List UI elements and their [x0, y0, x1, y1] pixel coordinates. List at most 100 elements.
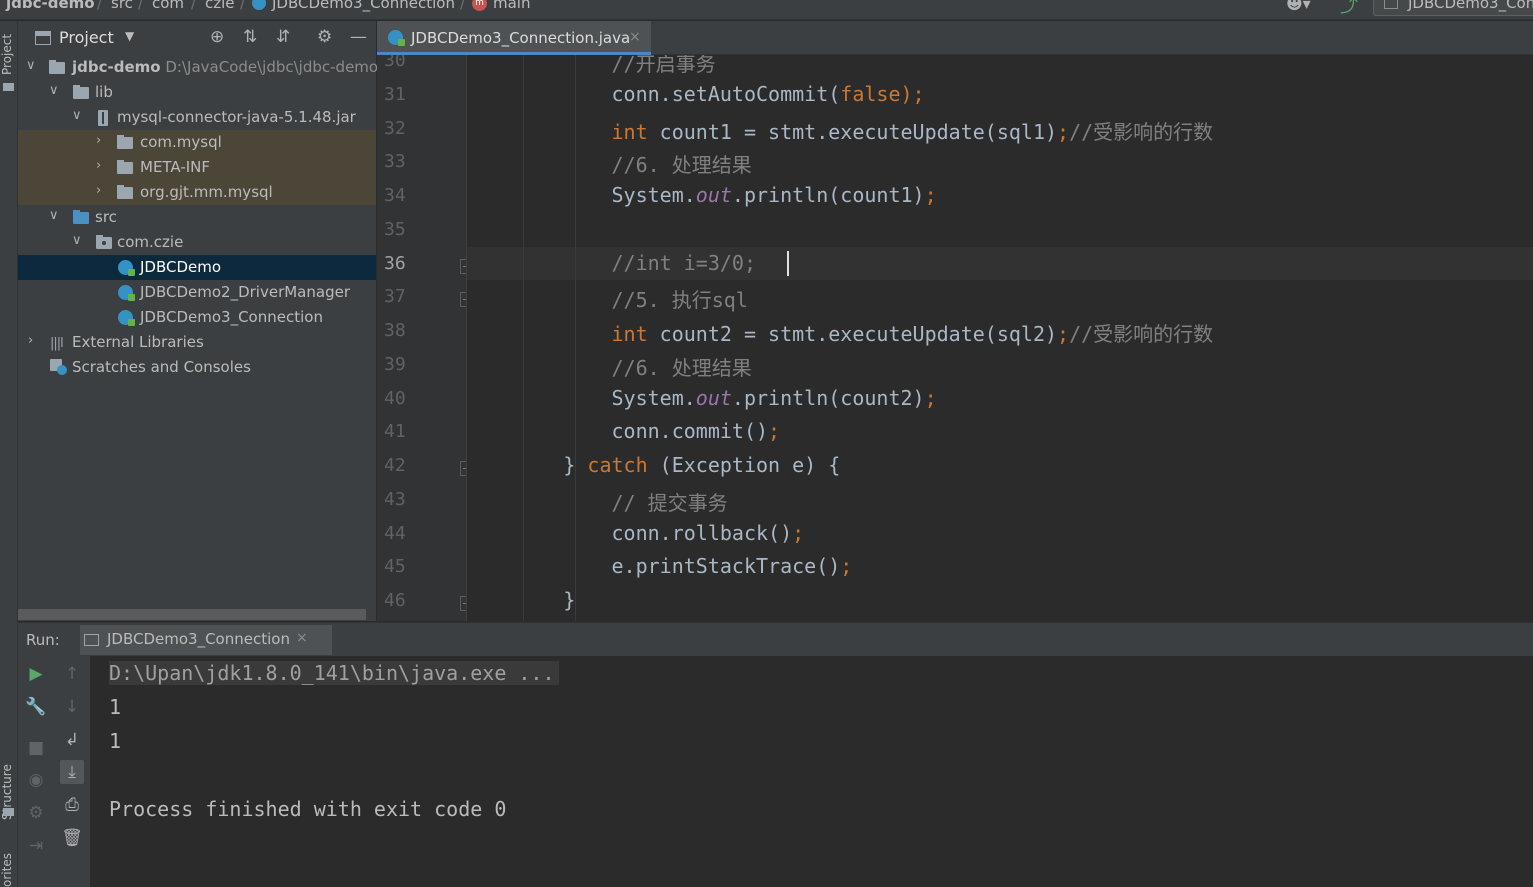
chevron-down-icon[interactable]: ∨ [26, 58, 36, 73]
fold-marker-icon[interactable] [460, 258, 466, 274]
tree-item-com-czie[interactable]: ∨ com.czie [18, 230, 376, 255]
chevron-right-icon[interactable]: › [28, 333, 33, 348]
breadcrumb-czie[interactable]: czie [205, 0, 235, 12]
project-view-selector[interactable]: Project [59, 28, 114, 47]
code-editor[interactable]: //开启事务 conn.setAutoCommit(false); int co… [467, 55, 1533, 621]
tree-item-src[interactable]: ∨ src [18, 205, 376, 230]
chevron-right-icon[interactable]: › [96, 183, 101, 198]
breadcrumb-src[interactable]: src [111, 0, 133, 12]
hide-panel-icon[interactable]: — [350, 27, 367, 47]
tree-item-meta-inf[interactable]: › META-INF [18, 155, 376, 180]
line-number: 40 [384, 387, 406, 409]
fold-marker-icon[interactable] [460, 292, 466, 308]
gear-icon[interactable]: ⚙ [317, 27, 332, 47]
arrow-up-icon[interactable]: ↑ [60, 662, 84, 686]
code-token: false [840, 81, 901, 106]
folder-icon [3, 83, 14, 91]
structure-icon [3, 808, 14, 816]
code-token: e.printStackTrace() [467, 554, 841, 579]
tree-item-scratches[interactable]: Scratches and Consoles [18, 355, 376, 380]
tree-item-external-libraries[interactable]: › |||l External Libraries [18, 330, 376, 355]
settings-icon[interactable]: ⚙ [24, 801, 48, 825]
soft-wrap-icon[interactable]: ↲ [60, 728, 84, 752]
java-class-icon [118, 285, 135, 301]
fold-marker-icon[interactable] [460, 461, 466, 476]
run-tab-jdbcdemo3[interactable]: JDBCDemo3_Connection × [80, 625, 332, 655]
console-output[interactable]: D:\Upan\jdk1.8.0_141\bin\java.exe ... 1 … [90, 656, 1533, 887]
close-icon[interactable]: × [629, 29, 641, 45]
code-token: ; [1057, 119, 1070, 144]
stop-icon[interactable]: ■ [24, 736, 48, 760]
code-line: int count1 = stmt.executeUpdate(sql1);//… [467, 116, 1214, 145]
breadcrumb-com[interactable]: com [152, 0, 184, 12]
code-line: System.out.println(count1); [467, 183, 936, 207]
tree-item-com-mysql[interactable]: › com.mysql [18, 130, 376, 155]
module-name: jdbc-demo [72, 58, 161, 76]
code-token: //6. 处理结果 [467, 355, 752, 380]
code-token: //开启事务 [467, 55, 716, 76]
tree-item-lib[interactable]: ∨ lib [18, 80, 376, 105]
breadcrumb-project[interactable]: jdbc-demo [6, 0, 95, 12]
application-icon [1384, 0, 1398, 9]
tree-item-jdbc-demo[interactable]: ∨ jdbc-demo D:\JavaCode\jdbc\jdbc-demo [18, 55, 379, 80]
wrench-icon[interactable]: 🔧 [24, 695, 48, 719]
chevron-down-icon[interactable]: ∨ [72, 108, 82, 123]
application-icon [84, 634, 99, 646]
camera-icon[interactable]: ◉ [24, 768, 48, 792]
console-line: 1 [109, 729, 122, 753]
class-icon [252, 0, 266, 10]
project-tool-button[interactable]: Project [0, 34, 14, 75]
close-icon[interactable]: × [296, 630, 308, 646]
login-icon[interactable]: ⇥ [24, 834, 48, 858]
user-icon[interactable]: ☻▾ [1286, 0, 1311, 13]
tree-item-label: JDBCDemo [140, 258, 222, 276]
code-line: System.out.println(count2); [467, 385, 936, 410]
arrow-down-icon[interactable]: ↓ [60, 695, 84, 719]
fold-marker-icon[interactable] [460, 596, 466, 611]
tree-item-jdbcdemo2[interactable]: JDBCDemo2_DriverManager [18, 280, 376, 305]
line-number: 30 [384, 55, 406, 71]
code-token: ; [840, 554, 853, 579]
code-token: out [695, 385, 732, 410]
project-panel: Project ▼ ⊕ ⇅ ⇵ ⚙ — ∨ jdbc-demo D:\JavaC… [18, 21, 379, 621]
locate-file-icon[interactable]: ⊕ [210, 27, 224, 47]
module-path: D:\JavaCode\jdbc\jdbc-demo [165, 58, 379, 76]
chevron-down-icon[interactable]: ∨ [72, 233, 82, 248]
print-icon[interactable]: ⎙ [60, 793, 84, 817]
run-configuration-selector[interactable]: JDBCDemo3_Con [1373, 0, 1533, 16]
expand-all-icon[interactable]: ⇅ [243, 27, 257, 47]
collapse-all-icon[interactable]: ⇵ [276, 27, 290, 47]
breadcrumb-class[interactable]: JDBCDemo3_Connection [272, 0, 455, 12]
line-number: 34 [384, 185, 406, 206]
code-token: System. [467, 385, 696, 410]
trash-icon[interactable]: 🗑 [60, 826, 84, 850]
navigation-bar: jdbc-demo / src / com / czie / JDBCDemo3… [0, 0, 1533, 20]
scroll-to-end-icon[interactable]: ⤓ [60, 760, 84, 784]
breadcrumb-method[interactable]: main [493, 0, 530, 12]
horizontal-scrollbar[interactable] [18, 609, 366, 620]
code-line: //5. 执行sql [467, 284, 747, 313]
tree-item-org-gjt-mm-mysql[interactable]: › org.gjt.mm.mysql [18, 180, 376, 205]
favorites-tool-button[interactable]: orites [0, 853, 14, 887]
left-tool-stripe: Project Structure orites [0, 21, 18, 887]
java-class-icon [388, 30, 405, 46]
tree-item-jdbcdemo3[interactable]: JDBCDemo3_Connection [18, 305, 376, 330]
code-line: // 提交事务 [467, 487, 728, 516]
code-token: //受影响的行数 [1069, 119, 1214, 144]
code-token: // 提交事务 [467, 490, 728, 515]
line-number: 38 [384, 320, 406, 341]
code-token: ; [1057, 322, 1070, 346]
build-hammer-icon[interactable]: ⤴ [1340, 0, 1358, 18]
chevron-down-icon[interactable]: ▼ [125, 29, 134, 43]
jar-icon [98, 110, 108, 126]
tree-item-jdbcdemo[interactable]: JDBCDemo [18, 255, 376, 280]
tree-item-mysql-connector-jar[interactable]: ∨ mysql-connector-java-5.1.48.jar [18, 105, 376, 130]
chevron-down-icon[interactable]: ∨ [49, 83, 59, 98]
code-line: conn.rollback(); [467, 521, 804, 545]
chevron-right-icon[interactable]: › [96, 133, 101, 148]
editor-tab-jdbcdemo3[interactable]: JDBCDemo3_Connection.java × [377, 21, 651, 55]
chevron-down-icon[interactable]: ∨ [49, 208, 59, 223]
chevron-right-icon[interactable]: › [96, 158, 101, 173]
rerun-icon[interactable]: ▶ [24, 662, 48, 686]
